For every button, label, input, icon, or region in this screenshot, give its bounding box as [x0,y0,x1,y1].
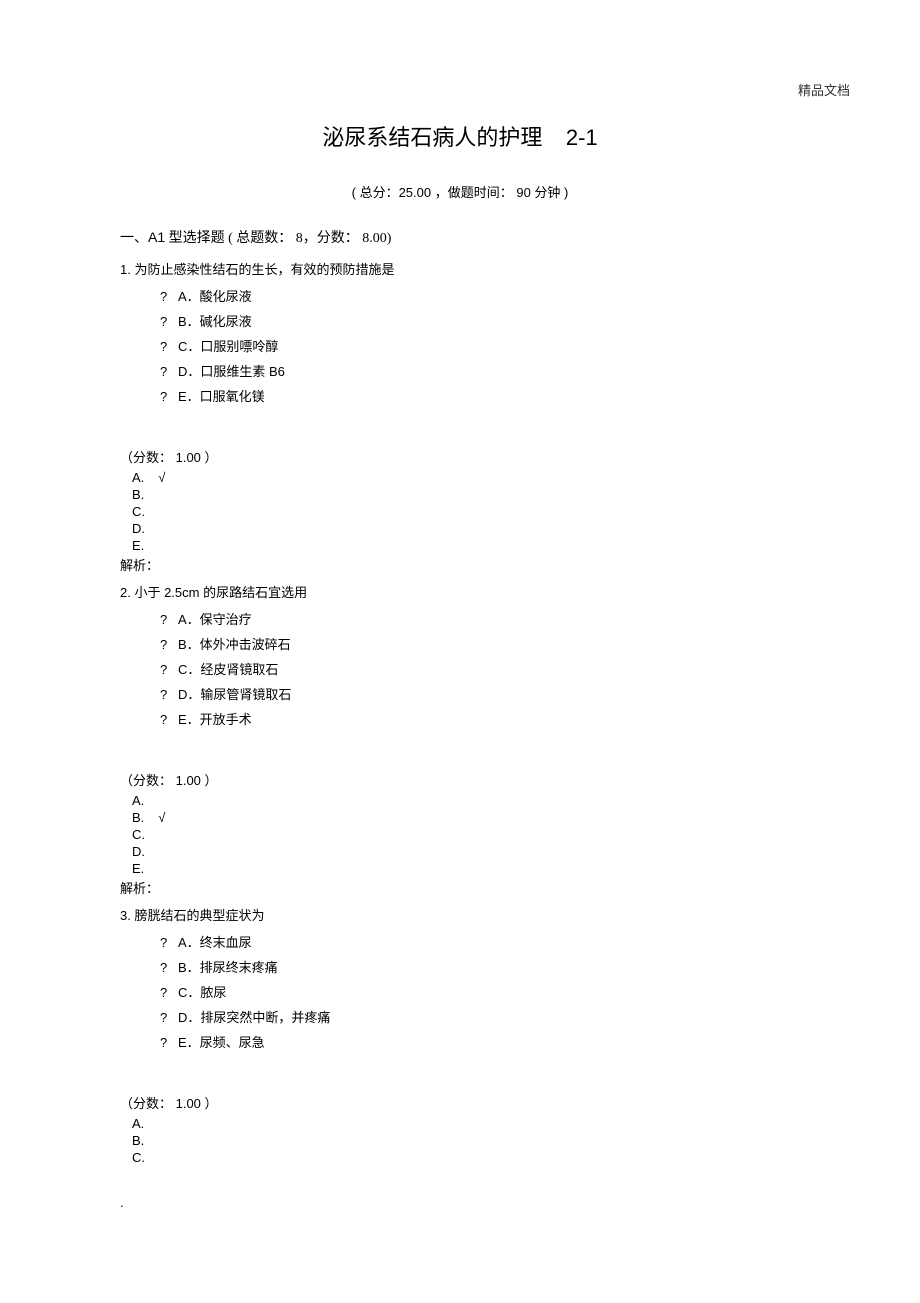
option-text: E．口服氧化镁 [178,389,265,404]
answer-row: C. [132,1150,800,1165]
score-line: （分数： 1.00 ） [120,1093,800,1112]
option-row: ?A．酸化尿液 [160,286,800,305]
option-text: E．开放手术 [178,712,252,727]
option-text: D．排尿突然中断，并疼痛 [178,1010,330,1025]
option-text: D．输尿管肾镜取石 [178,687,291,702]
bullet-mark: ? [160,314,178,329]
answer-letter: C. [132,504,145,519]
question-stem: 3. 膀胱结石的典型症状为 [120,905,800,924]
bullet-mark: ? [160,985,178,1000]
option-text: E．尿频、尿急 [178,1035,265,1050]
option-row: ?E．开放手术 [160,709,800,728]
question-1: 1. 为防止感染性结石的生长，有效的预防措施是 ?A．酸化尿液 ?B．碱化尿液 … [120,259,800,574]
option-row: ?D．排尿突然中断，并疼痛 [160,1007,800,1026]
document-page: 精品文档 泌尿系结石病人的护理 2-1 ( 总分：25.00 ，做题时间： 90… [0,0,920,1250]
option-row: ?D．输尿管肾镜取石 [160,684,800,703]
option-row: ?C．经皮肾镜取石 [160,659,800,678]
option-text: B．排尿终末疼痛 [178,960,278,975]
analysis-label: 解析： [120,555,800,574]
answer-row: E. [132,861,800,876]
section-type: A1 [148,229,165,245]
score-line: （分数： 1.00 ） [120,447,800,466]
question-2: 2. 小于 2.5cm 的尿路结石宜选用 ?A．保守治疗 ?B．体外冲击波碎石 … [120,582,800,897]
option-text: C．经皮肾镜取石 [178,662,278,677]
answer-letter: C. [132,827,145,842]
option-row: ?D．口服维生素 B6 [160,361,800,380]
section-info: 型选择题 ( 总题数： 8，分数： 8.00) [165,231,391,246]
option-text: A．保守治疗 [178,612,252,627]
answer-row: C. [132,827,800,842]
bullet-mark: ? [160,339,178,354]
score-line: （分数： 1.00 ） [120,770,800,789]
answer-letter: A. [132,470,144,485]
bullet-mark: ? [160,1035,178,1050]
analysis-label: 解析： [120,878,800,897]
footer-dot: . [120,1195,800,1210]
section-header: 一、A1 型选择题 ( 总题数： 8，分数： 8.00) [120,227,800,247]
option-text: B．碱化尿液 [178,314,252,329]
option-row: ?E．尿频、尿急 [160,1032,800,1051]
answer-row: A. [132,1116,800,1131]
option-text: A．终末血尿 [178,935,252,950]
option-row: ?A．终末血尿 [160,932,800,951]
question-options: ?A．酸化尿液 ?B．碱化尿液 ?C．口服别嘌呤醇 ?D．口服维生素 B6 ?E… [160,286,800,405]
bullet-mark: ? [160,364,178,379]
answer-letter: E. [132,861,144,876]
question-3: 3. 膀胱结石的典型症状为 ?A．终末血尿 ?B．排尿终末疼痛 ?C．脓尿 ?D… [120,905,800,1165]
answer-letter: E. [132,538,144,553]
option-row: ?C．口服别嘌呤醇 [160,336,800,355]
answer-letter: D. [132,521,145,536]
bullet-mark: ? [160,612,178,627]
bullet-mark: ? [160,637,178,652]
header-tag: 精品文档 [798,80,850,99]
option-row: ?E．口服氧化镁 [160,386,800,405]
answer-row: D. [132,521,800,536]
answer-row: D. [132,844,800,859]
option-text: B．体外冲击波碎石 [178,637,291,652]
option-text: C．脓尿 [178,985,226,1000]
bullet-mark: ? [160,687,178,702]
answer-letter: D. [132,844,145,859]
answer-letter: A. [132,793,144,808]
bullet-mark: ? [160,289,178,304]
answer-row: B. [132,1133,800,1148]
option-row: ?B．排尿终末疼痛 [160,957,800,976]
bullet-mark: ? [160,960,178,975]
check-mark-icon: √ [158,810,165,825]
answer-row: A. [132,793,800,808]
answer-letter: C. [132,1150,145,1165]
question-stem: 2. 小于 2.5cm 的尿路结石宜选用 [120,582,800,601]
answer-letter: B. [132,810,144,825]
bullet-mark: ? [160,389,178,404]
option-row: ?B．体外冲击波碎石 [160,634,800,653]
bullet-mark: ? [160,935,178,950]
option-text: D．口服维生素 B6 [178,364,285,379]
check-mark-icon: √ [158,470,165,485]
bullet-mark: ? [160,1010,178,1025]
question-stem: 1. 为防止感染性结石的生长，有效的预防措施是 [120,259,800,278]
question-options: ?A．终末血尿 ?B．排尿终末疼痛 ?C．脓尿 ?D．排尿突然中断，并疼痛 ?E… [160,932,800,1051]
document-title: 泌尿系结石病人的护理 2-1 [120,120,800,152]
answer-row: B. [132,487,800,502]
answer-row: A. √ [132,470,800,485]
answer-letter: A. [132,1116,144,1131]
option-row: ?C．脓尿 [160,982,800,1001]
answer-row: C. [132,504,800,519]
subtitle: ( 总分：25.00 ，做题时间： 90 分钟 ) [120,182,800,201]
option-text: C．口服别嘌呤醇 [178,339,278,354]
answer-letter: B. [132,487,144,502]
option-row: ?B．碱化尿液 [160,311,800,330]
bullet-mark: ? [160,712,178,727]
answer-row: B. √ [132,810,800,825]
title-main: 泌尿系结石病人的护理 [322,125,542,150]
option-row: ?A．保守治疗 [160,609,800,628]
answer-row: E. [132,538,800,553]
title-suffix: 2-1 [566,125,598,150]
option-text: A．酸化尿液 [178,289,252,304]
bullet-mark: ? [160,662,178,677]
question-options: ?A．保守治疗 ?B．体外冲击波碎石 ?C．经皮肾镜取石 ?D．输尿管肾镜取石 … [160,609,800,728]
answer-letter: B. [132,1133,144,1148]
section-prefix: 一、 [120,231,148,246]
